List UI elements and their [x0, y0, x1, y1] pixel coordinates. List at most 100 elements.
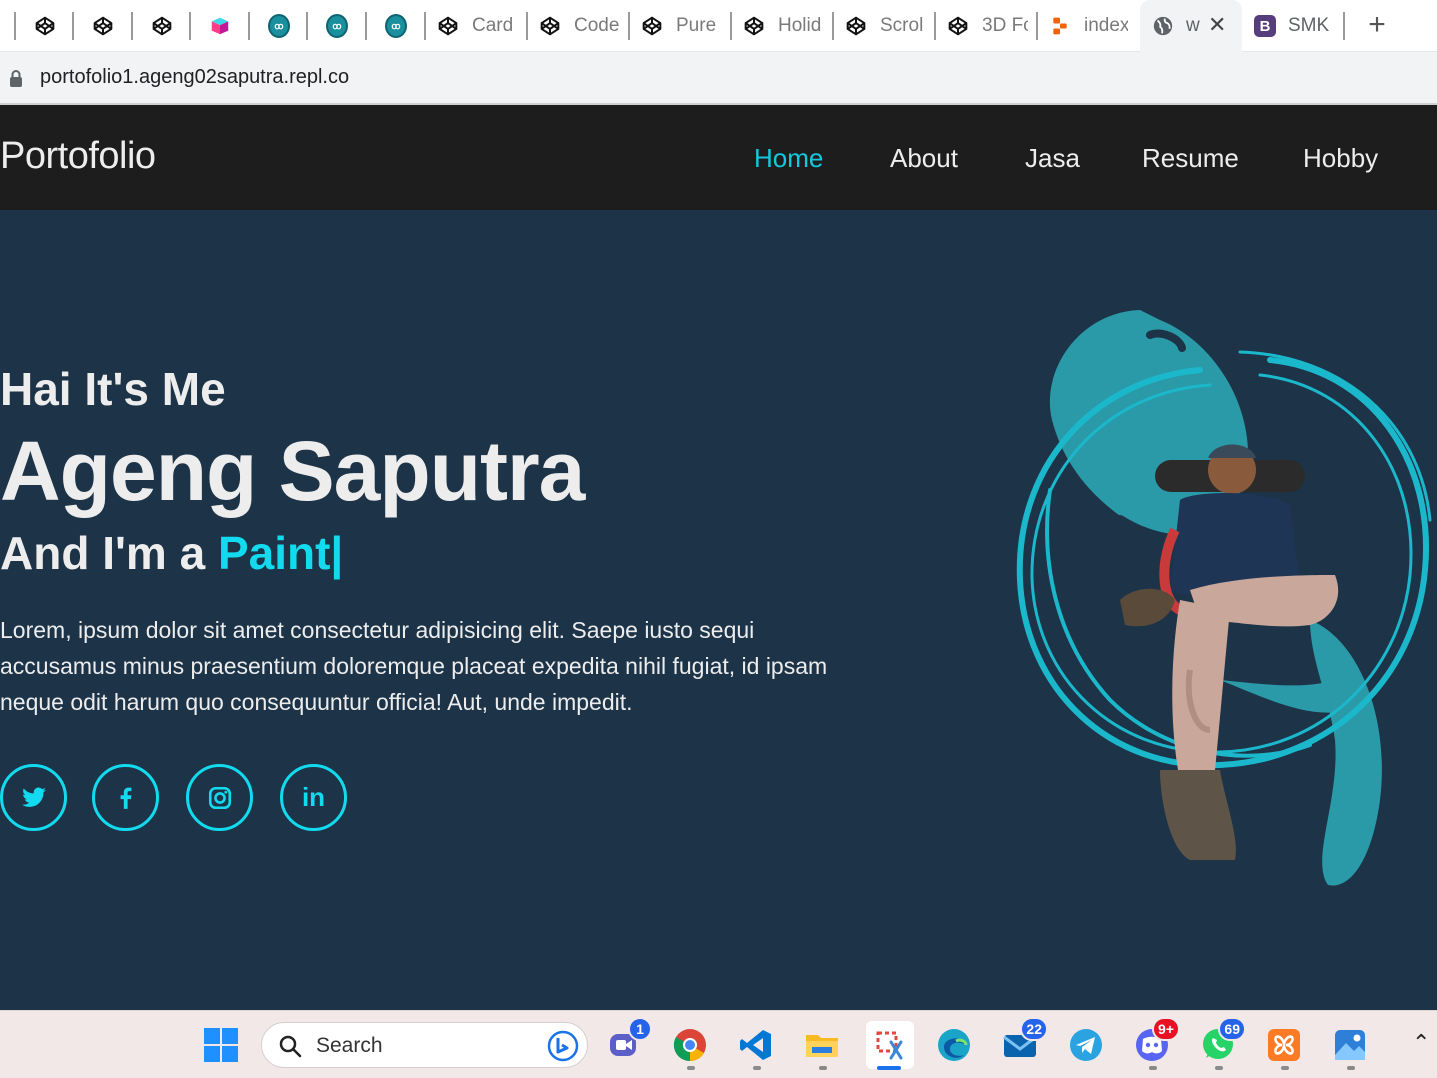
tab-separator — [14, 12, 16, 40]
chrome-app[interactable] — [670, 1025, 710, 1065]
nav-link-resume[interactable]: Resume — [1142, 143, 1239, 174]
hero-illustration — [1016, 310, 1432, 886]
search-icon — [279, 1035, 302, 1058]
lock-icon[interactable] — [9, 69, 23, 89]
tab-title: Holid — [778, 15, 822, 36]
facebook-icon — [120, 787, 131, 809]
tab-title: index — [1084, 15, 1128, 36]
linkedin-icon: in — [301, 782, 326, 812]
replit-icon — [1049, 15, 1071, 37]
tab-separator — [934, 12, 936, 40]
codepen-icon — [539, 15, 561, 37]
tab-title: Scroll — [880, 15, 924, 36]
nav-link-hobby[interactable]: Hobby — [1303, 143, 1378, 174]
tab-separator — [832, 12, 834, 40]
tab-separator — [306, 12, 308, 40]
file-explorer-app[interactable] — [802, 1025, 842, 1065]
codepen-icon — [845, 15, 867, 37]
tab-separator — [1343, 12, 1345, 40]
whatsapp-app[interactable]: 69 — [1198, 1017, 1246, 1065]
codepen-icon — [34, 15, 56, 37]
snipping-tool-app[interactable] — [866, 1021, 914, 1069]
twitter-icon — [21, 787, 46, 807]
xampp-icon — [1268, 1029, 1300, 1061]
hero-description: Lorem, ipsum dolor sit amet consectetur … — [0, 617, 828, 715]
running-indicator — [687, 1066, 695, 1070]
circle-logo-icon: ꝏ — [326, 14, 348, 38]
nav-link-home[interactable]: Home — [754, 143, 823, 174]
box-logo-icon — [209, 15, 231, 37]
discord-app[interactable]: 9+ — [1132, 1017, 1180, 1065]
telegram-app[interactable] — [1066, 1025, 1106, 1065]
running-indicator — [1149, 1066, 1157, 1070]
browser-tab[interactable]: Pure — [628, 0, 730, 52]
tab-separator — [1036, 12, 1038, 40]
codepen-icon — [92, 15, 114, 37]
browser-tab[interactable] — [189, 0, 247, 52]
site-logo[interactable]: Portofolio — [0, 135, 156, 178]
hero-role-typed: Paint| — [217, 527, 344, 579]
browser-tab[interactable]: index — [1036, 0, 1138, 52]
teams-app[interactable]: 1 — [604, 1017, 652, 1065]
tab-title: 3D Fc — [982, 15, 1028, 36]
circle-logo-icon: ꝏ — [268, 14, 290, 38]
chrome-icon — [673, 1029, 706, 1062]
vscode-app[interactable] — [736, 1025, 776, 1065]
browser-tab[interactable]: ꝏ — [248, 0, 306, 52]
globe-icon — [1152, 15, 1174, 37]
tab-separator — [248, 12, 250, 40]
tab-separator — [131, 12, 133, 40]
close-tab-icon[interactable]: ✕ — [1208, 12, 1226, 38]
chevron-up-icon[interactable]: ⌃ — [1412, 1030, 1430, 1056]
hero-role: And I'm a Paint| — [0, 526, 343, 580]
folder-icon — [806, 1035, 838, 1057]
notification-badge: 9+ — [1152, 1017, 1180, 1041]
browser-tab[interactable]: Card — [424, 0, 526, 52]
browser-tab[interactable]: ꝏ — [365, 0, 423, 52]
instagram-button[interactable] — [186, 764, 253, 831]
browser-tab-active[interactable]: w ✕ — [1140, 0, 1242, 52]
xampp-app[interactable] — [1264, 1025, 1304, 1065]
nav-link-jasa[interactable]: Jasa — [1025, 143, 1080, 174]
photos-app[interactable] — [1330, 1025, 1370, 1065]
browser-tab[interactable]: 3D Fc — [934, 0, 1036, 52]
browser-tab[interactable]: B SMK — [1244, 0, 1344, 52]
browser-tab[interactable] — [72, 0, 130, 52]
browser-tab[interactable]: Holid — [730, 0, 832, 52]
browser-tab[interactable]: ꝏ — [306, 0, 364, 52]
running-indicator — [753, 1066, 761, 1070]
browser-tab[interactable]: Scroll — [832, 0, 934, 52]
running-indicator — [1347, 1066, 1355, 1070]
vscode-icon — [740, 1030, 771, 1060]
url-text[interactable]: portofolio1.ageng02saputra.repl.co — [40, 66, 349, 89]
linkedin-button[interactable]: in — [280, 764, 347, 831]
browser-tab[interactable] — [14, 0, 72, 52]
browser-tab[interactable]: Code — [526, 0, 628, 52]
nav-link-about[interactable]: About — [890, 143, 958, 174]
notification-badge: 1 — [628, 1017, 652, 1041]
twitter-button[interactable] — [0, 764, 67, 831]
tab-title: SMK — [1288, 15, 1330, 36]
codepen-icon — [743, 15, 765, 37]
facebook-button[interactable] — [92, 764, 159, 831]
instagram-icon — [208, 786, 231, 809]
tab-separator — [365, 12, 367, 40]
new-tab-button[interactable]: + — [1360, 8, 1394, 42]
start-button[interactable] — [201, 1025, 241, 1065]
codepen-icon — [437, 15, 459, 37]
hero-role-prefix: And I'm a — [0, 527, 218, 579]
codepen-icon — [947, 15, 969, 37]
address-bar[interactable]: portofolio1.ageng02saputra.repl.co — [0, 52, 1437, 105]
running-indicator — [1215, 1066, 1223, 1070]
mail-app[interactable]: 22 — [1000, 1017, 1048, 1065]
taskbar-search[interactable]: Search — [261, 1022, 588, 1068]
snipping-tool-icon — [876, 1031, 903, 1060]
running-indicator — [1281, 1066, 1289, 1070]
bing-icon[interactable] — [547, 1030, 579, 1062]
edge-app[interactable] — [934, 1025, 974, 1065]
tab-separator — [526, 12, 528, 40]
codepen-icon — [151, 15, 173, 37]
tab-separator — [730, 12, 732, 40]
notification-badge: 22 — [1020, 1017, 1048, 1041]
browser-tab[interactable] — [131, 0, 189, 52]
